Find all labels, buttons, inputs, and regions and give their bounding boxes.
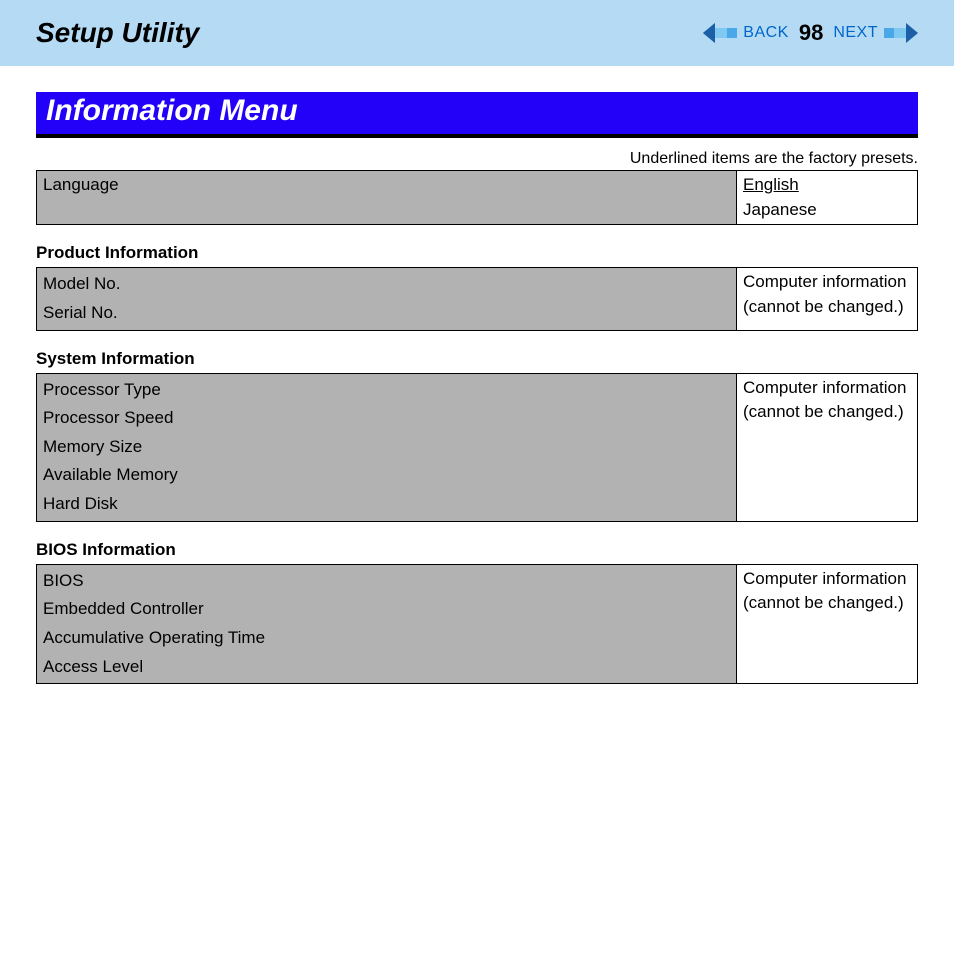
language-option-japanese: Japanese <box>743 200 817 219</box>
readonly-note-line1: Computer information <box>743 272 906 291</box>
table-row: BIOS <box>43 567 730 596</box>
next-button[interactable]: NEXT <box>833 24 878 42</box>
language-options-cell: English Japanese <box>737 171 918 225</box>
page-number: 98 <box>799 20 823 46</box>
product-info-note: Computer information (cannot be changed.… <box>737 268 918 330</box>
content-area: Information Menu Underlined items are th… <box>0 68 954 684</box>
table-row: Serial No. <box>43 299 730 328</box>
system-info-heading: System Information <box>36 349 918 369</box>
language-table: Language English Japanese <box>36 170 918 225</box>
product-info-heading: Product Information <box>36 243 918 263</box>
bios-info-table: BIOS Embedded Controller Accumulative Op… <box>36 564 918 685</box>
back-button[interactable]: BACK <box>743 24 789 42</box>
table-row: Accumulative Operating Time <box>43 624 730 653</box>
readonly-note-line2: (cannot be changed.) <box>743 402 904 421</box>
readonly-note-line1: Computer information <box>743 378 906 397</box>
bios-info-items: BIOS Embedded Controller Accumulative Op… <box>37 564 737 684</box>
system-info-items: Processor Type Processor Speed Memory Si… <box>37 373 737 521</box>
page-title: Setup Utility <box>36 17 199 49</box>
table-row: Model No. <box>43 270 730 299</box>
table-row: Access Level <box>43 653 730 682</box>
readonly-note-line1: Computer information <box>743 569 906 588</box>
bios-info-heading: BIOS Information <box>36 540 918 560</box>
table-row: Hard Disk <box>43 490 730 519</box>
section-heading: Information Menu <box>36 92 918 138</box>
table-row: Available Memory <box>43 461 730 490</box>
table-row: Processor Type <box>43 376 730 405</box>
table-row: Processor Speed <box>43 404 730 433</box>
language-label-cell: Language <box>37 171 737 225</box>
readonly-note-line2: (cannot be changed.) <box>743 297 904 316</box>
product-info-items: Model No. Serial No. <box>37 268 737 330</box>
header-bar: Setup Utility BACK 98 NEXT <box>0 0 954 68</box>
bios-info-note: Computer information (cannot be changed.… <box>737 564 918 684</box>
system-info-table: Processor Type Processor Speed Memory Si… <box>36 373 918 522</box>
readonly-note-line2: (cannot be changed.) <box>743 593 904 612</box>
table-row: Embedded Controller <box>43 595 730 624</box>
language-option-english: English <box>743 175 799 194</box>
language-label: Language <box>43 175 119 194</box>
product-info-table: Model No. Serial No. Computer informatio… <box>36 267 918 330</box>
factory-preset-note: Underlined items are the factory presets… <box>36 150 918 168</box>
next-arrow-icon[interactable] <box>884 23 918 43</box>
table-row: Memory Size <box>43 433 730 462</box>
nav-group: BACK 98 NEXT <box>703 20 918 46</box>
back-arrow-icon[interactable] <box>703 23 737 43</box>
system-info-note: Computer information (cannot be changed.… <box>737 373 918 521</box>
